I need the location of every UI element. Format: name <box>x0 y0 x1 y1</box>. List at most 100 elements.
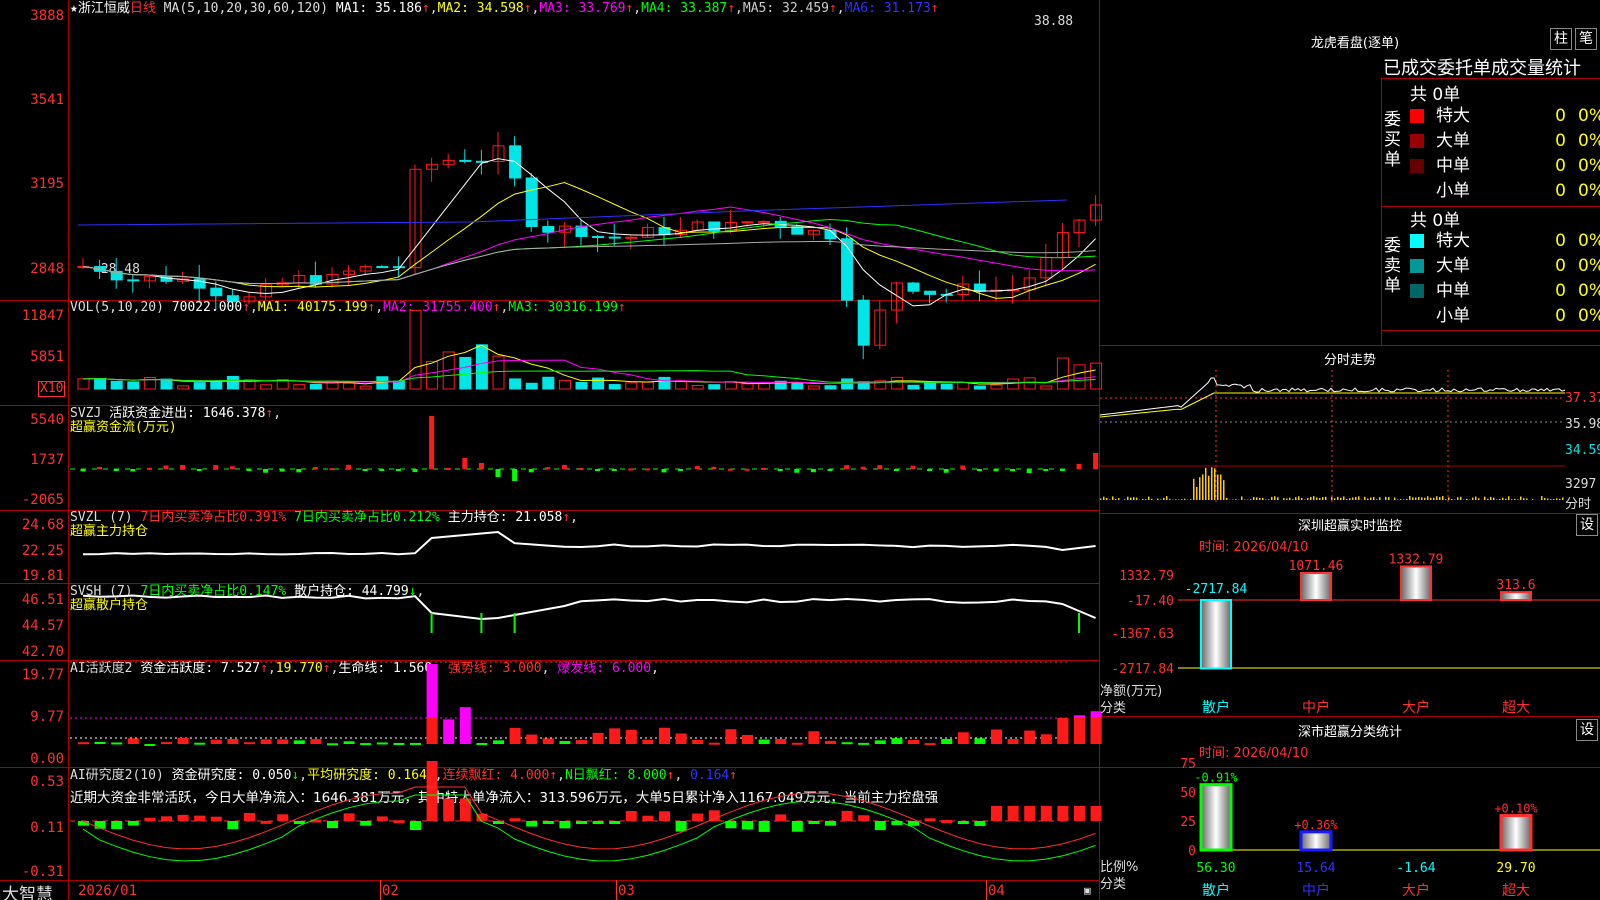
intraday-vol-bar <box>1109 499 1111 500</box>
data-label: +0.36% <box>1294 818 1338 832</box>
intraday-vol-bar <box>1346 499 1348 500</box>
activity-bar <box>227 738 239 744</box>
sell-total: 共 0单 <box>1410 211 1461 231</box>
intraday-chart[interactable] <box>1099 370 1566 510</box>
tick-view-button[interactable]: 笔 <box>1575 28 1597 50</box>
monitor-settings-button[interactable]: 设 <box>1576 514 1598 536</box>
ai-activity-chart[interactable] <box>70 660 1102 767</box>
research-bar <box>144 817 156 821</box>
intraday-vol-bar <box>1319 498 1321 500</box>
intraday-vol-bar <box>1103 496 1105 500</box>
research-bar <box>791 821 803 832</box>
intraday-vol-bar <box>1343 496 1345 500</box>
volume-bar <box>691 384 704 390</box>
classify-chart[interactable]: 7550250-0.91%56.30散户+0.36%15.64中户-1.64大户… <box>1100 755 1600 900</box>
svzj-chart[interactable] <box>70 405 1099 510</box>
monitor-chart[interactable]: 1332.79 -17.40 -1367.63 -2717.84 -2717.84 散户 1… <box>1100 552 1600 716</box>
ai-research-chart[interactable] <box>70 761 1102 880</box>
flow-bar <box>429 416 435 469</box>
intraday-vol-bar <box>1169 498 1171 500</box>
date-tick: 02 <box>382 883 399 899</box>
activity-bar <box>625 729 637 744</box>
flow-bar <box>644 468 650 471</box>
flow-bar <box>379 469 385 471</box>
activity-bar <box>592 732 604 744</box>
data-label: 1071.46 <box>1289 559 1344 574</box>
activity-bar <box>1057 718 1069 744</box>
intraday-vol-bar <box>1160 499 1162 500</box>
research-bar <box>161 816 172 821</box>
intraday-vol-bar <box>1130 497 1132 500</box>
intraday-vol-bar <box>1349 498 1351 500</box>
intraday-vol-bar <box>1331 496 1333 500</box>
flow-bar <box>462 458 468 469</box>
intraday-vol-bar <box>1487 498 1489 500</box>
activity-bar <box>476 743 488 746</box>
y-tick: 0.53 <box>30 774 64 790</box>
data-label: -2717.84 <box>1185 582 1248 597</box>
activity-bar <box>576 740 587 744</box>
intraday-vol-bar <box>1292 499 1294 500</box>
kline-chart[interactable] <box>70 0 1103 360</box>
intraday-vol-bar <box>1352 497 1354 500</box>
flow-bar <box>1076 464 1082 469</box>
flow-bar <box>545 467 551 470</box>
volume-bar <box>957 381 970 390</box>
intraday-vol-bar <box>1226 497 1228 500</box>
activity-bar <box>841 742 853 745</box>
classify-settings-button[interactable]: 设 <box>1576 719 1598 741</box>
activity-bar <box>526 734 538 744</box>
volume-bar <box>791 382 804 390</box>
y-tick: 11847 <box>21 308 64 324</box>
flow-bar <box>628 468 634 471</box>
sell-side-label: 委卖单 <box>1384 236 1401 296</box>
tick-mark <box>1078 613 1080 633</box>
intraday-vol-bar <box>1265 499 1267 500</box>
candle <box>741 221 754 224</box>
volume-chart[interactable] <box>70 300 1103 405</box>
activity-bar <box>659 727 670 744</box>
research-bar <box>1040 806 1052 821</box>
volume-bar <box>708 384 721 390</box>
lock-icon[interactable]: ▣ <box>1084 884 1091 897</box>
activity-bar <box>1040 734 1052 744</box>
bar-view-button[interactable]: 柱 <box>1550 28 1572 50</box>
research-bar <box>708 810 720 821</box>
buy-row: 中单00% <box>1410 154 1600 178</box>
y-tick: -1367.63 <box>1111 627 1174 642</box>
svsh-chart[interactable] <box>70 583 1099 660</box>
intraday-vol-bar <box>1499 498 1501 500</box>
intraday-vol-bar <box>1445 499 1447 500</box>
intraday-vol-bar <box>1283 498 1285 500</box>
net-bar <box>1400 565 1432 601</box>
intraday-vol-bar <box>1211 467 1213 500</box>
research-bar <box>293 821 305 824</box>
y-tick: 3541 <box>30 92 64 108</box>
volume-bar <box>343 382 356 390</box>
net-bar <box>1200 599 1232 670</box>
intraday-vol-bar <box>1493 497 1495 500</box>
intraday-vol-bar <box>1115 499 1117 500</box>
flow-bar <box>777 469 783 471</box>
intraday-vol-bar <box>1124 499 1126 500</box>
intraday-vol-bar <box>1490 496 1492 500</box>
svzl-chart[interactable] <box>70 510 1099 583</box>
research-bar <box>957 821 969 824</box>
ratio-bar <box>1499 814 1533 852</box>
intraday-vol-bar <box>1271 496 1273 500</box>
research-bar <box>111 821 123 830</box>
activity-bar <box>177 737 189 744</box>
volume-bar <box>525 382 538 390</box>
intraday-vol-bar <box>1457 497 1459 500</box>
y-tick: 3888 <box>30 8 64 24</box>
flow-bar <box>561 464 567 469</box>
activity-bar <box>542 738 554 744</box>
intraday-vol-bar <box>1472 497 1474 500</box>
candle <box>758 220 771 223</box>
intraday-vol-bar <box>1418 497 1420 500</box>
flow-bar <box>960 465 966 469</box>
buy-side-label: 委买单 <box>1384 110 1401 170</box>
intraday-vol-bar <box>1442 496 1444 500</box>
intraday-vol-bar <box>1502 497 1504 500</box>
y-tick: 46.51 <box>21 592 64 608</box>
